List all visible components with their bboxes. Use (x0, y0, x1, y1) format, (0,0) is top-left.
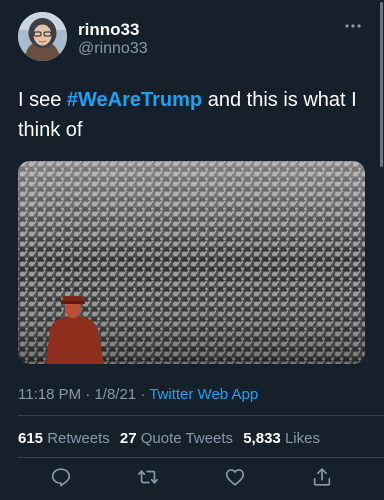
divider (18, 457, 384, 458)
tweet-photo[interactable] (18, 161, 365, 364)
retweet-button[interactable] (137, 466, 159, 488)
quote-tweets-label: Quote Tweets (140, 430, 234, 447)
retweets-label: Retweets (47, 430, 110, 447)
like-button[interactable] (224, 466, 246, 488)
quote-tweets-count: 27 (119, 430, 137, 447)
more-options-button[interactable] (342, 14, 364, 36)
user-handle[interactable]: @rinno33 (78, 40, 148, 58)
tweet-time[interactable]: 11:18 PM (18, 386, 81, 403)
quote-tweets-stat[interactable]: 27 Quote Tweets (120, 430, 233, 447)
heart-icon (225, 469, 245, 486)
likes-label: Likes (284, 430, 320, 447)
share-button[interactable] (311, 466, 333, 488)
retweet-icon (138, 470, 158, 484)
tweet-actions (50, 466, 340, 492)
scrollbar[interactable] (380, 2, 383, 167)
likes-count: 5,833 (243, 430, 281, 447)
tweet-stats: 615 Retweets 27 Quote Tweets 5,833 Likes (18, 430, 320, 447)
share-icon (313, 468, 331, 486)
retweets-stat[interactable]: 615 Retweets (18, 430, 110, 447)
likes-stat[interactable]: 5,833 Likes (243, 430, 320, 447)
retweets-count: 615 (18, 430, 44, 447)
reply-button[interactable] (50, 466, 72, 488)
avatar[interactable] (18, 12, 67, 61)
tweet-meta: 11:18 PM · 1/8/21 · Twitter Web App (18, 386, 258, 403)
tweet-header: rinno33 @rinno33 (18, 12, 370, 66)
reply-icon (51, 468, 71, 487)
tweet-text-before: I see (18, 89, 67, 111)
hashtag-link[interactable]: #WeAreTrump (67, 89, 202, 111)
divider (18, 415, 384, 416)
meta-separator: · (81, 386, 95, 403)
tweet-date[interactable]: 1/8/21 (94, 386, 136, 403)
tweet-source-link[interactable]: Twitter Web App (149, 386, 258, 403)
tweet-text: I see #WeAreTrump and this is what I thi… (18, 85, 368, 145)
more-horizontal-icon (345, 24, 361, 28)
meta-separator: · (136, 386, 150, 403)
display-name[interactable]: rinno33 (78, 20, 139, 40)
